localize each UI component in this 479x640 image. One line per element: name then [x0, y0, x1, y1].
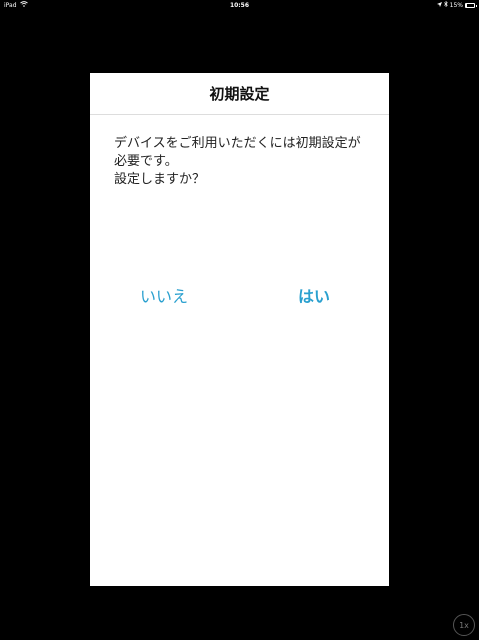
bluetooth-icon — [443, 0, 448, 11]
message-line-3: 設定しますか？ — [114, 172, 206, 187]
battery-icon — [465, 3, 477, 8]
zoom-button[interactable]: 1x — [453, 614, 475, 636]
dialog-title: 初期設定 — [90, 73, 389, 115]
location-arrow-icon — [436, 0, 442, 11]
status-time: 10:56 — [229, 2, 250, 9]
no-button[interactable]: いいえ — [140, 283, 188, 307]
status-right: 15% — [436, 0, 477, 11]
setup-dialog: 初期設定 デバイスをご利用いただくには初期設定が 必要です。 設定しますか？ い… — [90, 73, 389, 586]
dialog-message: デバイスをご利用いただくには初期設定が 必要です。 設定しますか？ — [90, 115, 389, 189]
yes-button[interactable]: はい — [298, 283, 330, 307]
screen: iPad 10:56 15% 初期設定 デバイスをご利用いただくには初期設定が … — [0, 0, 479, 640]
battery-fill — [466, 4, 468, 7]
message-line-2: 必要です。 — [114, 154, 178, 169]
dialog-buttons: いいえ はい — [90, 283, 389, 307]
status-bar: iPad 10:56 15% — [0, 0, 479, 11]
message-line-1: デバイスをご利用いただくには初期設定が — [114, 136, 361, 151]
battery-percent: 15% — [449, 2, 463, 9]
